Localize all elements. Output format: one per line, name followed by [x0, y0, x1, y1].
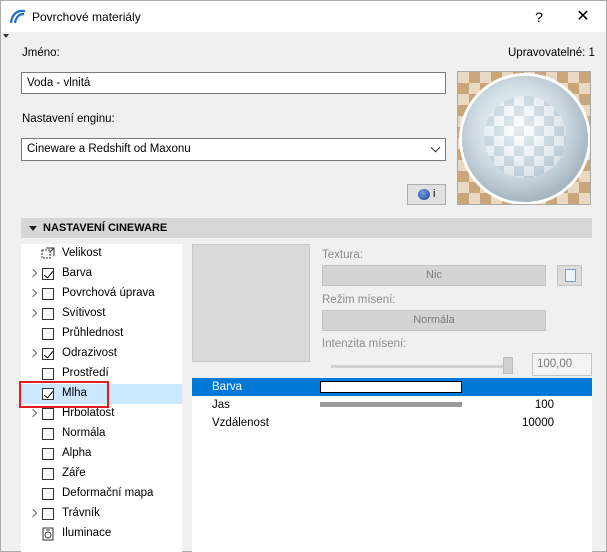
- archicad-icon: [9, 9, 26, 24]
- tree-item-alpha[interactable]: Alpha: [21, 444, 182, 464]
- name-input[interactable]: [21, 72, 446, 94]
- editable-count: Upravovatelné: 1: [508, 47, 595, 59]
- texture-button[interactable]: Nic: [322, 265, 546, 286]
- tree-item-label: Hrbolatost: [62, 407, 115, 419]
- info-label: i: [433, 188, 436, 200]
- engine-label: Nastavení enginu:: [22, 113, 115, 125]
- blend-intensity-label: Intenzita mísení:: [322, 338, 407, 350]
- param-name: Vzdálenost: [212, 417, 269, 429]
- channel-checkbox[interactable]: [42, 328, 54, 340]
- window-title: Povrchové materiály: [32, 10, 141, 24]
- tree-item-velikost[interactable]: Velikost: [21, 244, 182, 264]
- fog-parameters-list: Barva Jas 100 Vzdálenost 10000: [192, 378, 592, 552]
- tree-item-povrchová-úprava[interactable]: Povrchová úprava: [21, 284, 182, 304]
- blend-intensity-slider-thumb[interactable]: [503, 357, 513, 374]
- engine-value: Cineware a Redshift od Maxonu: [27, 143, 191, 155]
- illumination-icon: [42, 527, 54, 541]
- channel-checkbox[interactable]: [42, 468, 54, 480]
- caret-down-icon: [3, 34, 9, 38]
- tree-item-label: Velikost: [62, 247, 102, 259]
- title-bar: Povrchové materiály ? ✕: [1, 1, 606, 32]
- tree-item-label: Povrchová úprava: [62, 287, 155, 299]
- channel-checkbox[interactable]: [42, 448, 54, 460]
- surface-materials-dialog: Povrchové materiály ? ✕ Jméno: Upravovat…: [0, 0, 607, 552]
- tree-item-průhlednost[interactable]: Průhlednost: [21, 324, 182, 344]
- collapse-triangle-icon: [29, 226, 37, 231]
- close-button[interactable]: ✕: [568, 5, 598, 29]
- texture-browse-button[interactable]: [557, 265, 582, 286]
- channel-checkbox[interactable]: [42, 288, 54, 300]
- blend-mode-label: Režim mísení:: [322, 294, 396, 306]
- chevron-right-icon[interactable]: [28, 508, 38, 518]
- tree-item-deformační-mapa[interactable]: Deformační mapa: [21, 484, 182, 504]
- tree-item-label: Záře: [62, 467, 86, 479]
- fog-color-swatch[interactable]: [320, 381, 462, 393]
- texture-file-icon: [565, 269, 576, 282]
- channel-checkbox[interactable]: [42, 428, 54, 440]
- tree-item-label: Iluminace: [62, 527, 112, 539]
- tree-item-label: Trávník: [62, 507, 100, 519]
- section-title: NASTAVENÍ CINEWARE: [43, 222, 168, 234]
- tree-item-label: Průhlednost: [62, 327, 124, 339]
- tree-item-svítivost[interactable]: Svítivost: [21, 304, 182, 324]
- highlight-annotation: [19, 381, 109, 408]
- tree-item-label: Alpha: [62, 447, 92, 459]
- chevron-down-icon: [430, 142, 441, 153]
- blend-mode-button[interactable]: Normála: [322, 310, 546, 331]
- help-button[interactable]: ?: [526, 5, 552, 29]
- channel-checkbox[interactable]: [42, 488, 54, 500]
- chevron-right-icon[interactable]: [28, 288, 38, 298]
- param-name: Barva: [212, 381, 243, 393]
- tree-item-trávník[interactable]: Trávník: [21, 504, 182, 524]
- tree-item-barva[interactable]: Barva: [21, 264, 182, 284]
- tree-item-iluminace[interactable]: Iluminace: [21, 524, 182, 544]
- param-name: Jas: [212, 399, 230, 411]
- teapot-icon: [418, 189, 430, 200]
- channel-checkbox[interactable]: [42, 508, 54, 520]
- render-info-button[interactable]: i: [407, 184, 446, 205]
- tree-item-záře[interactable]: Záře: [21, 464, 182, 484]
- tree-item-label: Normála: [62, 427, 106, 439]
- chevron-right-icon[interactable]: [28, 308, 38, 318]
- name-label: Jméno:: [22, 47, 60, 59]
- tree-item-label: Prostředí: [62, 367, 109, 379]
- channel-checkbox[interactable]: [42, 408, 54, 420]
- param-row-jas[interactable]: Jas 100: [192, 396, 592, 414]
- param-row-barva[interactable]: Barva: [192, 378, 592, 396]
- param-row-vzdálenost[interactable]: Vzdálenost 10000: [192, 414, 592, 432]
- tree-item-label: Odrazivost: [62, 347, 117, 359]
- channel-checkbox[interactable]: [42, 348, 54, 360]
- cineware-section-header[interactable]: NASTAVENÍ CINEWARE: [21, 218, 592, 238]
- chevron-right-icon[interactable]: [28, 348, 38, 358]
- engine-select[interactable]: Cineware a Redshift od Maxonu: [21, 138, 446, 161]
- channel-checkbox[interactable]: [42, 268, 54, 280]
- texture-label: Textura:: [322, 249, 363, 261]
- channel-checkbox[interactable]: [42, 308, 54, 320]
- texture-preview: [192, 244, 310, 362]
- channel-checkbox[interactable]: [42, 368, 54, 380]
- preview-sphere: [462, 76, 588, 202]
- tree-item-odrazivost[interactable]: Odrazivost: [21, 344, 182, 364]
- tree-item-label: Barva: [62, 267, 93, 279]
- brightness-bar[interactable]: [320, 402, 462, 407]
- param-value[interactable]: 10000: [522, 417, 554, 429]
- param-value[interactable]: 100: [535, 399, 554, 411]
- chevron-right-icon[interactable]: [28, 408, 38, 418]
- blend-intensity-slider-track[interactable]: [331, 365, 511, 368]
- tree-item-normála[interactable]: Normála: [21, 424, 182, 444]
- tree-item-label: Deformační mapa: [62, 487, 154, 499]
- material-preview: [457, 71, 591, 205]
- tree-item-label: Svítivost: [62, 307, 106, 319]
- blend-intensity-field[interactable]: 100,00: [532, 353, 592, 376]
- chevron-right-icon[interactable]: [28, 268, 38, 278]
- size-icon: [41, 247, 55, 259]
